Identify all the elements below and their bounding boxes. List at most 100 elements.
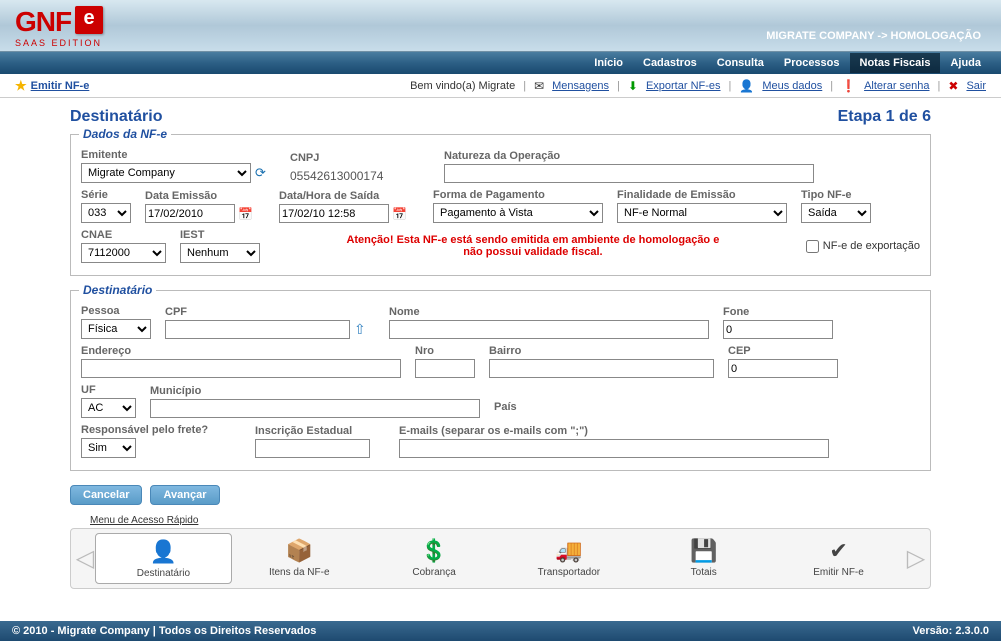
label-cnae: CNAE — [81, 229, 166, 241]
exit-icon: ✖ — [948, 79, 958, 93]
step-cobranca[interactable]: 💲 Cobrança — [367, 533, 502, 584]
mail-icon: ✉ — [534, 79, 544, 93]
link-alterar-senha[interactable]: Alterar senha — [864, 80, 929, 92]
warning-line2: não possui validade fiscal. — [274, 246, 792, 258]
label-emitente: Emitente — [81, 149, 276, 161]
company-header: MIGRATE COMPANY -> HOMOLOGAÇÃO — [766, 30, 981, 42]
input-municipio[interactable] — [150, 399, 480, 418]
content: Destinatário Etapa 1 de 6 Dados da NF-e … — [0, 98, 1001, 621]
input-data-emissao[interactable] — [145, 204, 235, 223]
menu-cadastros[interactable]: Cadastros — [633, 53, 707, 73]
input-ie[interactable] — [255, 439, 370, 458]
label-bairro: Bairro — [489, 345, 714, 357]
input-cpf[interactable] — [165, 320, 350, 339]
step-itens[interactable]: 📦 Itens da NF-e — [232, 533, 367, 584]
save-icon: 💾 — [688, 537, 720, 565]
menu-ajuda[interactable]: Ajuda — [940, 53, 991, 73]
input-emails[interactable] — [399, 439, 829, 458]
link-meus-dados[interactable]: Meus dados — [762, 80, 822, 92]
page-title: Destinatário — [70, 108, 162, 126]
input-endereco[interactable] — [81, 359, 401, 378]
link-sair[interactable]: Sair — [966, 80, 986, 92]
label-finalidade: Finalidade de Emissão — [617, 189, 787, 201]
label-exportacao: NF-e de exportação — [823, 240, 920, 252]
label-data-emissao: Data Emissão — [145, 190, 265, 202]
quick-menu: ◁ 👤 Destinatário 📦 Itens da NF-e 💲 Cobra… — [70, 528, 931, 589]
lookup-icon[interactable]: ⇧ — [354, 321, 366, 338]
step-label: Cobrança — [367, 567, 502, 578]
star-icon: ★ — [15, 78, 27, 94]
select-iest[interactable]: Nenhum — [180, 243, 260, 263]
user-icon: 👤 — [739, 79, 754, 93]
separator: | — [523, 80, 526, 92]
cancel-button[interactable]: Cancelar — [70, 485, 142, 505]
carousel-next[interactable]: ▷ — [906, 534, 926, 584]
value-pais — [494, 415, 694, 418]
separator: | — [617, 80, 620, 92]
step-indicator: Etapa 1 de 6 — [838, 108, 931, 126]
select-cnae[interactable]: 7112000 — [81, 243, 166, 263]
input-nome[interactable] — [389, 320, 709, 339]
select-serie[interactable]: 033 — [81, 203, 131, 223]
step-transportador[interactable]: 🚚 Transportador — [501, 533, 636, 584]
input-cep[interactable] — [728, 359, 838, 378]
label-emails: E-mails (separar os e-mails com ";") — [399, 425, 829, 437]
next-button[interactable]: Avançar — [150, 485, 219, 505]
label-ie: Inscrição Estadual — [255, 425, 385, 437]
logo-text: GNF — [15, 6, 71, 37]
input-data-saida[interactable] — [279, 204, 389, 223]
step-totais[interactable]: 💾 Totais — [636, 533, 771, 584]
select-frete[interactable]: Sim — [81, 438, 136, 458]
label-data-saida: Data/Hora de Saída — [279, 190, 419, 202]
select-finalidade[interactable]: NF-e Normal — [617, 203, 787, 223]
input-natureza[interactable] — [444, 164, 814, 183]
legend-destinatario: Destinatário — [79, 283, 156, 297]
input-bairro[interactable] — [489, 359, 714, 378]
logo-subtitle: SAAS EDITION — [15, 38, 103, 48]
step-emitir[interactable]: ✔ Emitir NF-e — [771, 533, 906, 584]
refresh-icon[interactable]: ⟳ — [255, 165, 266, 181]
label-fone: Fone — [723, 306, 833, 318]
fieldset-destinatario: Destinatário Pessoa Física CPF ⇧ Nome Fo… — [70, 290, 931, 471]
select-pessoa[interactable]: Física — [81, 319, 151, 339]
step-label: Transportador — [501, 567, 636, 578]
step-label: Itens da NF-e — [232, 567, 367, 578]
label-endereco: Endereço — [81, 345, 401, 357]
label-municipio: Município — [150, 385, 480, 397]
menu-notas-fiscais[interactable]: Notas Fiscais — [850, 53, 941, 73]
link-mensagens[interactable]: Mensagens — [552, 80, 609, 92]
select-uf[interactable]: AC — [81, 398, 136, 418]
key-icon: ❗ — [841, 79, 856, 93]
link-exportar[interactable]: Exportar NF-es — [646, 80, 721, 92]
carousel-prev[interactable]: ◁ — [75, 534, 95, 584]
money-icon: 💲 — [418, 537, 450, 565]
check-icon: ✔ — [823, 537, 855, 565]
checkbox-exportacao[interactable] — [806, 240, 819, 253]
label-cpf: CPF — [165, 306, 375, 318]
calendar-icon[interactable]: 📅 — [238, 207, 253, 221]
quick-menu-label: Menu de Acesso Rápido — [90, 515, 931, 526]
sub-bar: ★ Emitir NF-e Bem vindo(a) Migrate | ✉ M… — [0, 74, 1001, 98]
input-nro[interactable] — [415, 359, 475, 378]
main-menu: Início Cadastros Consulta Processos Nota… — [0, 52, 1001, 74]
label-cep: CEP — [728, 345, 838, 357]
menu-processos[interactable]: Processos — [774, 53, 850, 73]
menu-inicio[interactable]: Início — [584, 53, 633, 73]
select-tipo-nfe[interactable]: Saída — [801, 203, 871, 223]
select-forma-pagamento[interactable]: Pagamento à Vista — [433, 203, 603, 223]
step-label: Emitir NF-e — [771, 567, 906, 578]
footer-copyright: © 2010 - Migrate Company | Todos os Dire… — [12, 625, 316, 637]
input-fone[interactable] — [723, 320, 833, 339]
calendar-icon[interactable]: 📅 — [392, 207, 407, 221]
menu-consulta[interactable]: Consulta — [707, 53, 774, 73]
separator: | — [938, 80, 941, 92]
step-destinatario[interactable]: 👤 Destinatário — [95, 533, 232, 584]
select-emitente[interactable]: Migrate Company — [81, 163, 251, 183]
label-forma-pagamento: Forma de Pagamento — [433, 189, 603, 201]
top-bar: GNFe SAAS EDITION MIGRATE COMPANY -> HOM… — [0, 0, 1001, 52]
link-emitir-nfe[interactable]: Emitir NF-e — [31, 80, 90, 92]
logo-e-icon: e — [75, 6, 103, 34]
logo: GNFe SAAS EDITION — [15, 6, 103, 48]
label-pessoa: Pessoa — [81, 305, 151, 317]
label-iest: IEST — [180, 229, 260, 241]
